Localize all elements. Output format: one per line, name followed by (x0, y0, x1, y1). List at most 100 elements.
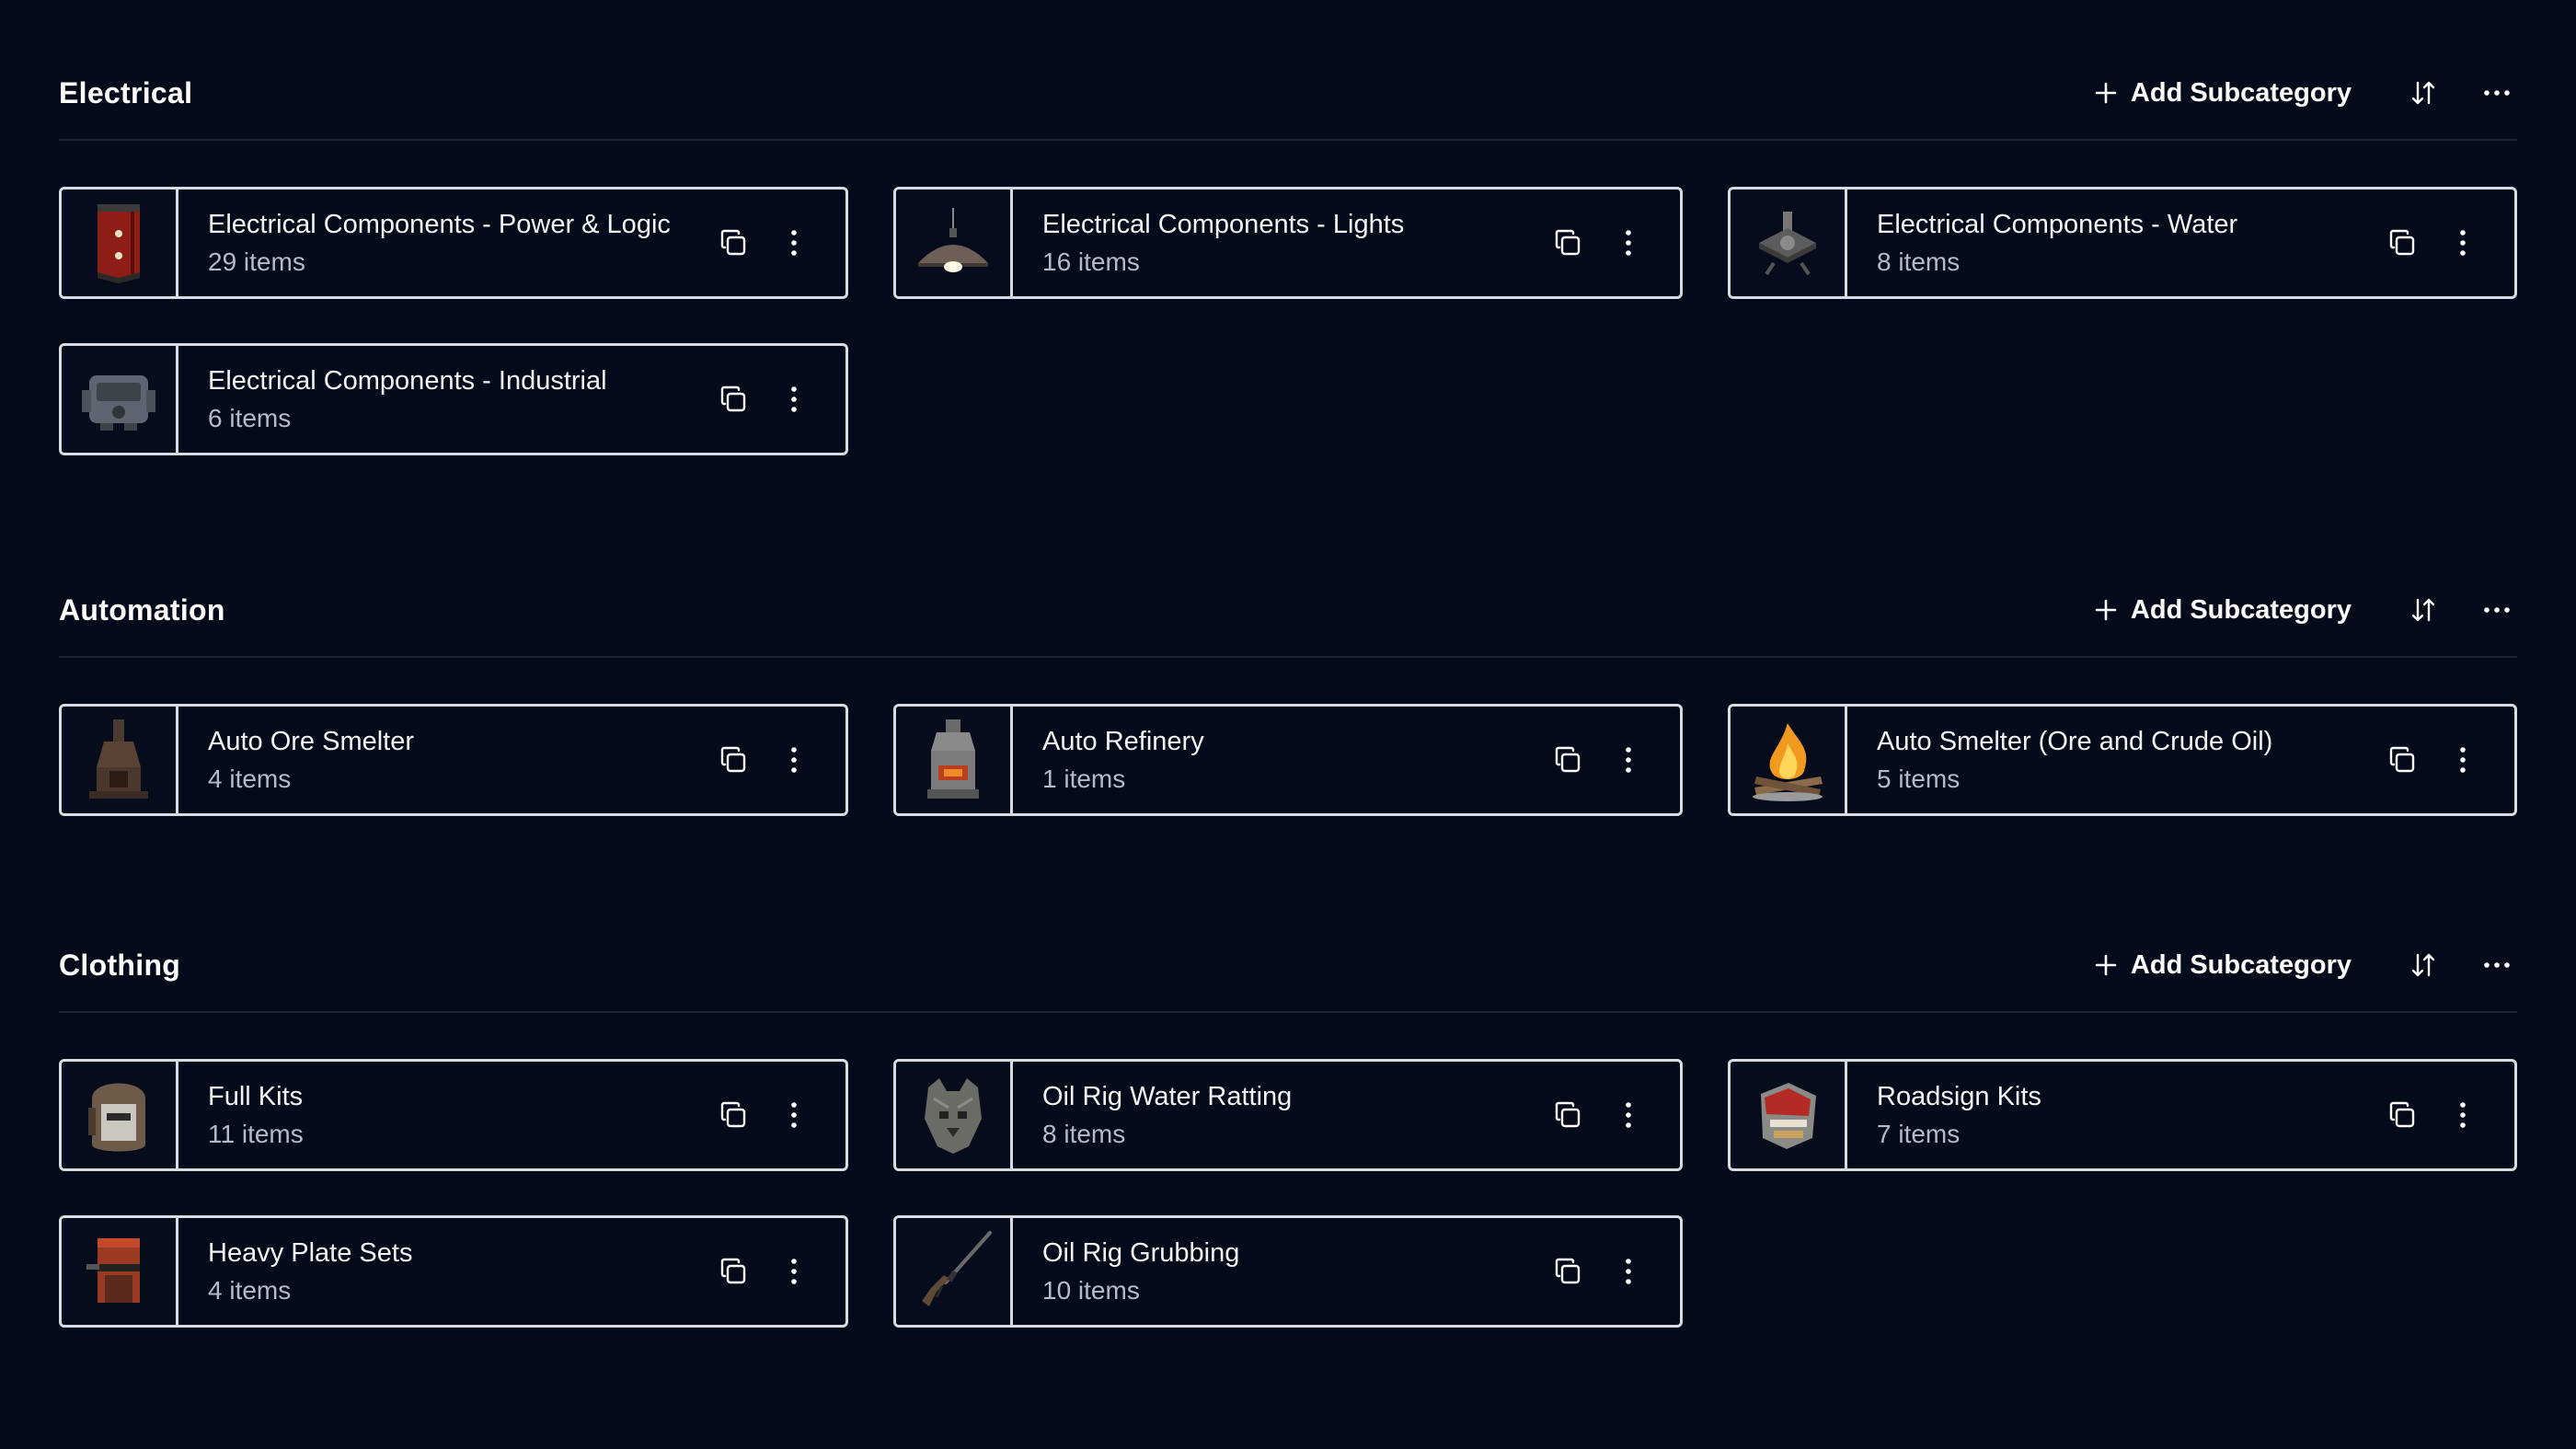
card-item-count: 8 items (1042, 1120, 1126, 1148)
subcategory-card[interactable]: Electrical Components - Industrial 6 ite… (59, 343, 848, 455)
subcategory-card[interactable]: Oil Rig Grubbing 10 items (893, 1215, 1683, 1328)
card-actions (2382, 707, 2514, 813)
ore-smelter-icon (89, 719, 148, 799)
card-menu-button[interactable] (2443, 740, 2483, 780)
copy-icon (2389, 229, 2415, 256)
card-actions (713, 1062, 845, 1168)
thumbnail (1731, 1062, 1847, 1168)
duplicate-button[interactable] (2382, 1095, 2422, 1135)
card-menu-button[interactable] (774, 223, 814, 263)
card-item-count: 16 items (1042, 247, 1140, 276)
thumbnail (62, 346, 178, 453)
add-subcategory-button[interactable]: Add Subcategory (2094, 78, 2352, 109)
more-options-button[interactable] (2477, 945, 2517, 985)
card-item-count: 4 items (208, 1276, 292, 1305)
card-menu-button[interactable] (774, 1251, 814, 1292)
duplicate-button[interactable] (713, 740, 753, 780)
sort-button[interactable] (2403, 73, 2444, 113)
subcategory-card[interactable]: Auto Smelter (Ore and Crude Oil) 5 items (1728, 704, 2517, 816)
card-menu-button[interactable] (1608, 1251, 1649, 1292)
card-title: Electrical Components - Power & Logic (208, 210, 671, 239)
duplicate-button[interactable] (713, 379, 753, 420)
card-menu-button[interactable] (2443, 223, 2483, 263)
more-vertical-icon (1626, 1259, 1631, 1284)
more-vertical-icon (2460, 230, 2466, 256)
subcategory-grid: Full Kits 11 items Oil Rig Water Ratting… (59, 1059, 2517, 1328)
sort-icon (2411, 953, 2435, 977)
card-menu-button[interactable] (774, 740, 814, 780)
duplicate-button[interactable] (2382, 223, 2422, 263)
subcategory-grid: Electrical Components - Power & Logic 29… (59, 187, 2517, 455)
thumbnail (896, 190, 1013, 296)
campfire-icon (1753, 723, 1823, 801)
plus-icon (2095, 82, 2117, 104)
card-actions (713, 190, 845, 296)
card-title: Electrical Components - Lights (1042, 210, 1405, 239)
add-subcategory-label: Add Subcategory (2130, 949, 2352, 980)
copy-icon (2389, 746, 2415, 773)
thumbnail (62, 1218, 178, 1325)
card-title: Electrical Components - Water (1877, 210, 2238, 239)
subcategory-card[interactable]: Oil Rig Water Ratting 8 items (893, 1059, 1683, 1171)
duplicate-button[interactable] (1547, 740, 1588, 780)
duplicate-button[interactable] (1547, 1251, 1588, 1292)
card-title: Electrical Components - Industrial (208, 366, 607, 396)
card-menu-button[interactable] (1608, 740, 1649, 780)
duplicate-button[interactable] (2382, 740, 2422, 780)
power-logic-icon (98, 204, 140, 283)
add-subcategory-label: Add Subcategory (2130, 594, 2352, 625)
card-item-count: 8 items (1877, 247, 1961, 276)
subcategory-card[interactable]: Electrical Components - Power & Logic 29… (59, 187, 848, 299)
thumbnail (896, 707, 1013, 813)
subcategory-card[interactable]: Electrical Components - Lights 16 items (893, 187, 1683, 299)
more-vertical-icon (791, 1259, 797, 1284)
section-actions: Add Subcategory (2094, 73, 2517, 113)
subcategory-card[interactable]: Roadsign Kits 7 items (1728, 1059, 2517, 1171)
more-options-button[interactable] (2477, 73, 2517, 113)
more-horizontal-icon (2484, 962, 2510, 968)
more-vertical-icon (1626, 747, 1631, 773)
subcategory-card[interactable]: Auto Refinery 1 items (893, 704, 1683, 816)
card-item-count: 4 items (208, 765, 292, 793)
card-title: Auto Refinery (1042, 727, 1204, 756)
thumbnail (62, 190, 178, 296)
copy-icon (1555, 229, 1581, 256)
sort-button[interactable] (2403, 590, 2444, 630)
duplicate-button[interactable] (713, 1095, 753, 1135)
add-subcategory-button[interactable]: Add Subcategory (2094, 595, 2352, 626)
card-text: Oil Rig Grubbing 10 items (1013, 1218, 1547, 1325)
section-title: Automation (59, 592, 225, 627)
sort-icon (2411, 81, 2435, 105)
duplicate-button[interactable] (713, 1251, 753, 1292)
add-subcategory-button[interactable]: Add Subcategory (2094, 950, 2352, 981)
subcategory-card[interactable]: Auto Ore Smelter 4 items (59, 704, 848, 816)
card-menu-button[interactable] (2443, 1095, 2483, 1135)
sort-icon (2411, 598, 2435, 622)
more-vertical-icon (791, 386, 797, 412)
card-actions (1547, 1062, 1680, 1168)
more-vertical-icon (791, 747, 797, 773)
duplicate-button[interactable] (713, 223, 753, 263)
card-text: Roadsign Kits 7 items (1847, 1062, 2382, 1168)
card-actions (713, 1218, 845, 1325)
duplicate-button[interactable] (1547, 1095, 1588, 1135)
card-text: Heavy Plate Sets 4 items (178, 1218, 713, 1325)
card-title: Roadsign Kits (1877, 1082, 2041, 1111)
card-menu-button[interactable] (774, 379, 814, 420)
more-options-button[interactable] (2477, 590, 2517, 630)
sort-button[interactable] (2403, 945, 2444, 985)
card-menu-button[interactable] (1608, 1095, 1649, 1135)
section-actions: Add Subcategory (2094, 590, 2517, 630)
thumbnail (62, 1062, 178, 1168)
duplicate-button[interactable] (1547, 223, 1588, 263)
subcategory-card[interactable]: Electrical Components - Water 8 items (1728, 187, 2517, 299)
card-title: Auto Ore Smelter (208, 727, 415, 756)
subcategory-card[interactable]: Full Kits 11 items (59, 1059, 848, 1171)
subcategory-card[interactable]: Heavy Plate Sets 4 items (59, 1215, 848, 1328)
refinery-icon (927, 719, 979, 799)
section-title: Clothing (59, 948, 181, 982)
card-menu-button[interactable] (1608, 223, 1649, 263)
card-actions (2382, 190, 2514, 296)
copy-icon (720, 385, 746, 412)
card-menu-button[interactable] (774, 1095, 814, 1135)
